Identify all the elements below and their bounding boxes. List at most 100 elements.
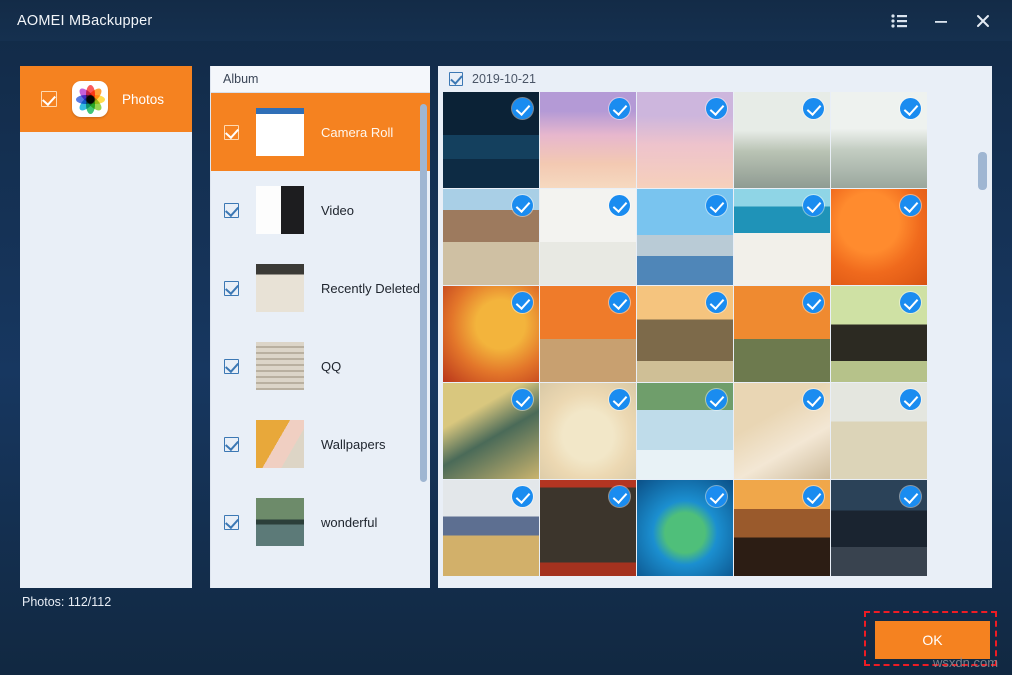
album-list: Camera Roll Video Recently Deleted QQ Wallpa… [211,93,430,588]
photo-thumbnail[interactable] [443,286,539,382]
album-thumbnail [256,186,304,234]
photo-selected-check-icon[interactable] [900,486,921,507]
album-checkbox[interactable] [224,359,239,374]
photo-scrollbar[interactable] [978,96,987,584]
photo-selected-check-icon[interactable] [706,98,727,119]
album-thumbnail [256,498,304,546]
photos-checkbox[interactable] [41,91,57,107]
photo-selected-check-icon[interactable] [609,292,630,313]
photo-selected-check-icon[interactable] [803,486,824,507]
photo-selected-check-icon[interactable] [803,292,824,313]
photo-thumbnail[interactable] [540,480,636,576]
album-list-item[interactable]: Recently Deleted [211,249,430,327]
window-controls [878,0,1012,41]
photo-thumbnail[interactable] [734,480,830,576]
close-icon[interactable] [962,0,1004,41]
photo-thumbnail[interactable] [540,383,636,479]
photo-selected-check-icon[interactable] [900,195,921,216]
photo-selected-check-icon[interactable] [706,486,727,507]
photo-thumbnail[interactable] [831,189,927,285]
album-label: Video [321,203,354,218]
album-thumbnail [256,108,304,156]
photo-selected-check-icon[interactable] [512,486,533,507]
photo-selected-check-icon[interactable] [609,195,630,216]
album-label: QQ [321,359,341,374]
photo-selected-check-icon[interactable] [900,98,921,119]
album-checkbox[interactable] [224,281,239,296]
minimize-icon[interactable] [920,0,962,41]
album-checkbox[interactable] [224,125,239,140]
photo-selected-check-icon[interactable] [512,389,533,410]
album-thumbnail [256,420,304,468]
photo-selected-check-icon[interactable] [803,389,824,410]
photo-selected-check-icon[interactable] [609,98,630,119]
album-list-item[interactable]: Video [211,171,430,249]
album-scrollbar-thumb[interactable] [420,104,427,482]
album-checkbox[interactable] [224,515,239,530]
album-panel-header: Album [211,66,430,93]
album-label: Recently Deleted [321,281,420,296]
album-list-item[interactable]: Camera Roll [211,93,430,171]
photo-thumbnail[interactable] [734,383,830,479]
photo-selected-check-icon[interactable] [803,195,824,216]
photo-scrollbar-thumb[interactable] [978,152,987,190]
album-label: Camera Roll [321,125,393,140]
album-scrollbar[interactable] [420,96,427,584]
app-window: AOMEI MBackupper [0,0,1012,675]
album-thumbnail [256,342,304,390]
album-list-item[interactable]: Wallpapers [211,405,430,483]
photo-selected-check-icon[interactable] [803,98,824,119]
photo-thumbnail[interactable] [443,480,539,576]
photo-thumbnail[interactable] [637,92,733,188]
watermark: wsxdn.com [933,655,998,670]
list-icon[interactable] [878,0,920,41]
photo-thumbnail[interactable] [540,189,636,285]
photo-thumbnail[interactable] [831,92,927,188]
photo-thumbnail[interactable] [831,480,927,576]
photo-thumbnail[interactable] [443,92,539,188]
category-sidebar: Photos [20,66,192,588]
photo-selected-check-icon[interactable] [512,195,533,216]
status-text: Photos: 112/112 [22,595,111,609]
album-header-label: Album [223,72,258,86]
photo-thumbnail[interactable] [831,286,927,382]
photo-thumbnail[interactable] [734,286,830,382]
album-checkbox[interactable] [224,203,239,218]
album-checkbox[interactable] [224,437,239,452]
album-list-item[interactable]: wonderful [211,483,430,561]
sidebar-item-label: Photos [122,92,164,107]
photo-selected-check-icon[interactable] [512,292,533,313]
photo-selected-check-icon[interactable] [706,195,727,216]
photo-selected-check-icon[interactable] [609,486,630,507]
photo-thumbnail[interactable] [637,189,733,285]
album-thumbnail [256,264,304,312]
photo-thumbnail[interactable] [831,383,927,479]
sidebar-item-photos[interactable]: Photos [20,66,192,132]
photo-selected-check-icon[interactable] [512,98,533,119]
photo-thumbnail[interactable] [734,189,830,285]
album-list-item[interactable]: QQ [211,327,430,405]
album-label: wonderful [321,515,377,530]
photos-app-icon [72,81,108,117]
photo-selected-check-icon[interactable] [609,389,630,410]
photo-thumbnail[interactable] [540,286,636,382]
photo-panel: 2019-10-21 [438,66,992,588]
photo-thumbnail[interactable] [443,189,539,285]
photo-selected-check-icon[interactable] [900,389,921,410]
date-group-label: 2019-10-21 [472,72,536,86]
photo-grid [443,92,983,588]
photo-thumbnail[interactable] [637,480,733,576]
album-label: Wallpapers [321,437,386,452]
photo-thumbnail[interactable] [734,92,830,188]
photo-date-header[interactable]: 2019-10-21 [438,66,992,92]
date-group-checkbox[interactable] [449,72,463,86]
photo-selected-check-icon[interactable] [706,389,727,410]
photo-thumbnail[interactable] [443,383,539,479]
ok-button[interactable]: OK [875,621,990,659]
app-title: AOMEI MBackupper [17,13,152,29]
photo-thumbnail[interactable] [540,92,636,188]
photo-thumbnail[interactable] [637,286,733,382]
photo-thumbnail[interactable] [637,383,733,479]
photo-selected-check-icon[interactable] [900,292,921,313]
photo-selected-check-icon[interactable] [706,292,727,313]
